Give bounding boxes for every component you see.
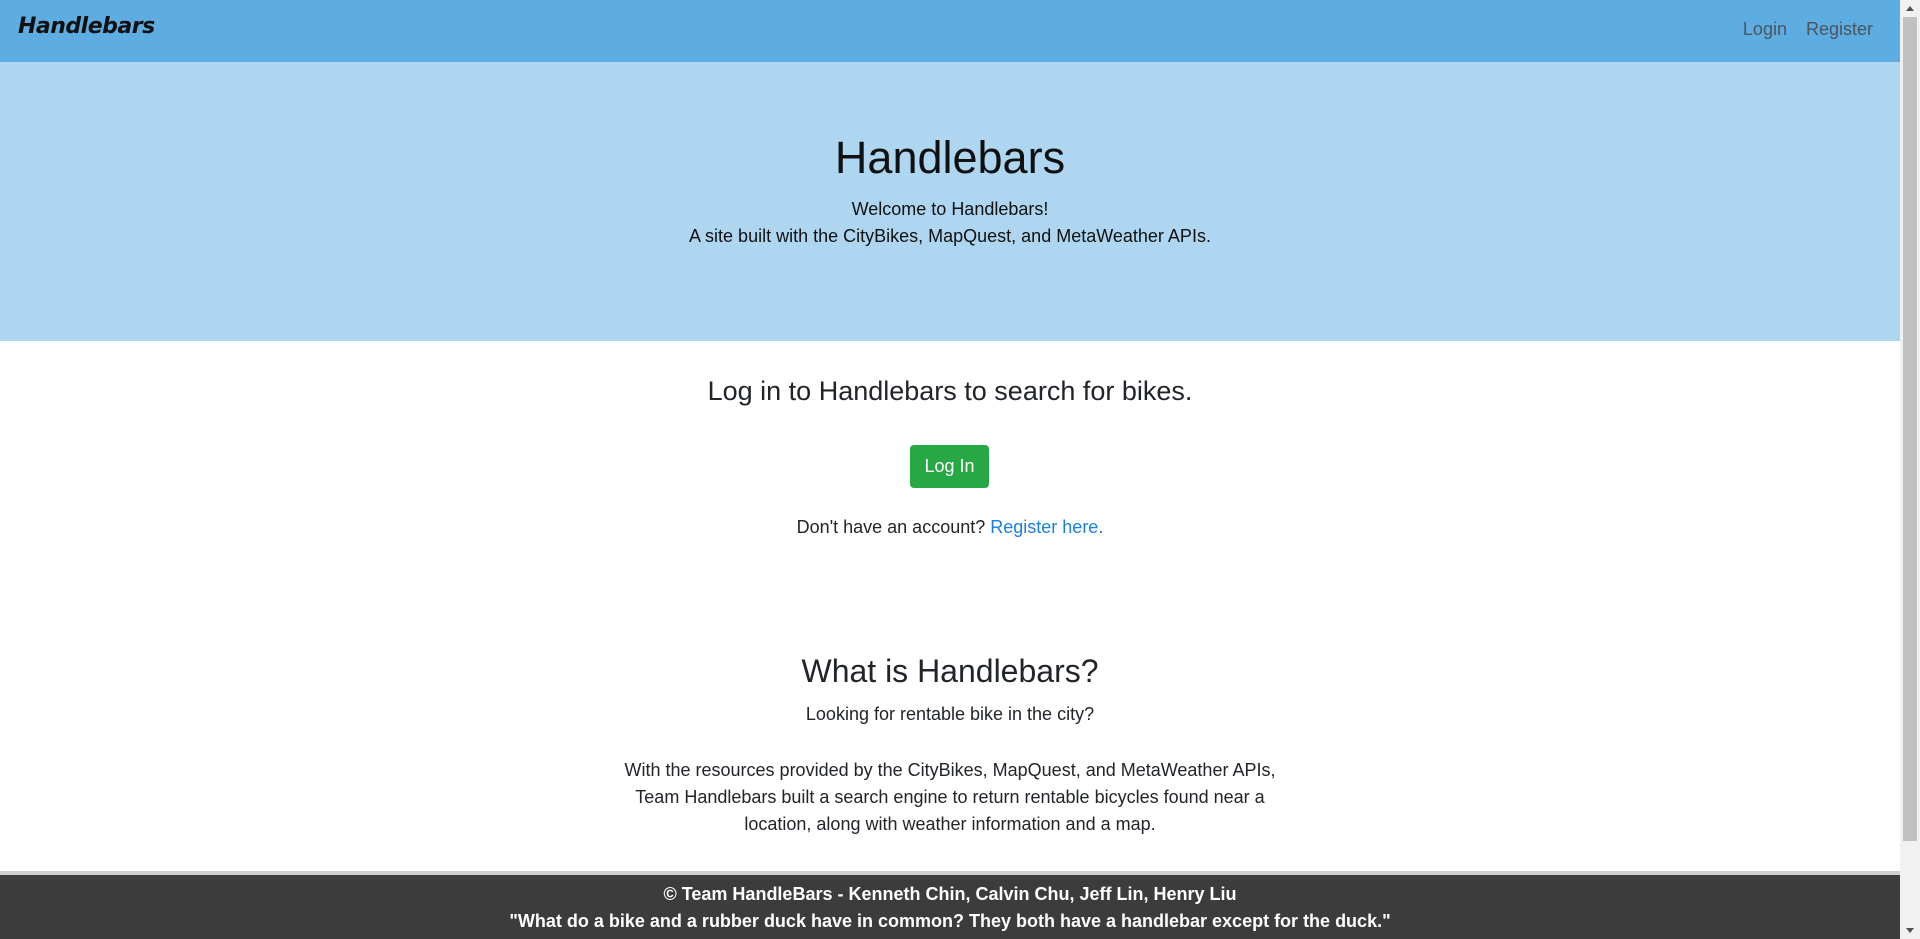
nav-links: Login Register bbox=[1743, 19, 1873, 40]
brand-logo[interactable]: Handlebars bbox=[18, 14, 155, 39]
scrollbar-thumb[interactable] bbox=[1903, 17, 1917, 841]
footer-credits: © Team HandleBars - Kenneth Chin, Calvin… bbox=[663, 884, 1237, 904]
navbar: Handlebars Login Register bbox=[0, 0, 1900, 62]
about-subheading: Looking for rentable bike in the city? bbox=[805, 704, 1095, 724]
register-here-link[interactable]: Register here. bbox=[990, 517, 1103, 537]
hero-description: A site built with the CityBikes, MapQues… bbox=[689, 226, 1211, 246]
hero-banner: Handlebars Welcome to Handlebars! A site… bbox=[0, 62, 1900, 341]
page: Handlebars Login Register Handlebars Wel… bbox=[0, 0, 1900, 939]
login-heading: Log in to Handlebars to search for bikes… bbox=[707, 376, 1193, 406]
register-prompt-text: Don't have an account? bbox=[796, 517, 986, 537]
register-prompt: Don't have an account? Register here. bbox=[0, 517, 1900, 538]
hero-title: Handlebars bbox=[834, 132, 1066, 183]
about-body: With the resources provided by the CityB… bbox=[624, 760, 1276, 834]
login-button[interactable]: Log In bbox=[910, 445, 989, 488]
about-heading: What is Handlebars? bbox=[801, 653, 1099, 689]
nav-login-link[interactable]: Login bbox=[1743, 19, 1787, 40]
triangle-up-icon[interactable] bbox=[1900, 0, 1920, 17]
nav-register-link[interactable]: Register bbox=[1806, 19, 1873, 40]
vertical-scrollbar[interactable] bbox=[1900, 0, 1920, 939]
footer-quote: "What do a bike and a rubber duck have i… bbox=[509, 911, 1391, 931]
footer: © Team HandleBars - Kenneth Chin, Calvin… bbox=[0, 875, 1900, 939]
hero-welcome-text: Welcome to Handlebars! bbox=[851, 199, 1049, 219]
triangle-down-icon[interactable] bbox=[1900, 922, 1920, 939]
